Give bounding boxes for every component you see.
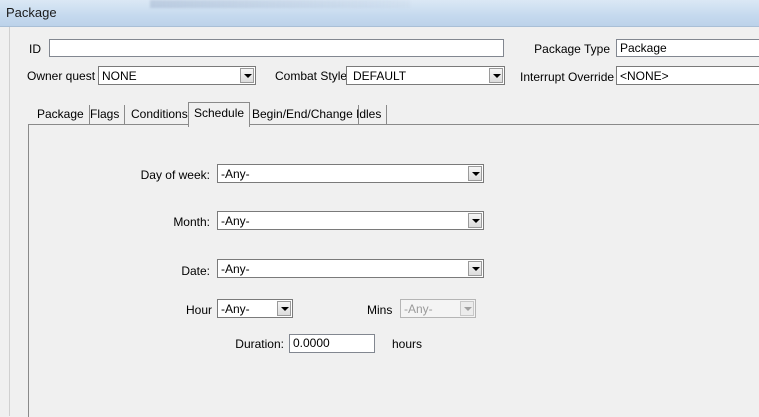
owner-quest-dropdown[interactable]: NONE bbox=[98, 66, 256, 85]
owner-quest-dropdown-button[interactable] bbox=[240, 68, 254, 83]
interrupt-override-dropdown[interactable]: <NONE> bbox=[616, 66, 759, 85]
day-of-week-label: Day of week: bbox=[140, 168, 210, 182]
hour-label: Hour bbox=[185, 303, 212, 317]
tab-flags[interactable]: Flags bbox=[85, 105, 126, 124]
combat-style-dropdown-button[interactable] bbox=[489, 68, 503, 83]
interrupt-override-value: <NONE> bbox=[620, 69, 669, 83]
title-bar: Package bbox=[0, 0, 759, 27]
day-of-week-dropdown-button[interactable] bbox=[468, 166, 482, 181]
window-title: Package bbox=[6, 5, 57, 20]
month-value: -Any- bbox=[221, 214, 250, 228]
chevron-down-icon bbox=[281, 307, 289, 311]
date-dropdown-button[interactable] bbox=[468, 261, 482, 276]
combat-style-dropdown[interactable]: DEFAULT bbox=[346, 66, 505, 85]
mins-dropdown-button[interactable] bbox=[460, 301, 474, 316]
id-field[interactable] bbox=[49, 39, 504, 57]
combat-style-label: Combat Style bbox=[275, 69, 348, 83]
chevron-down-icon bbox=[244, 74, 252, 78]
hour-dropdown-button[interactable] bbox=[277, 301, 291, 316]
duration-field[interactable]: 0.0000 bbox=[289, 334, 375, 353]
combat-style-value: DEFAULT bbox=[353, 69, 407, 83]
month-dropdown-button[interactable] bbox=[468, 213, 482, 228]
interrupt-override-label: Interrupt Override bbox=[520, 70, 615, 84]
chevron-down-icon bbox=[464, 307, 472, 311]
hour-dropdown[interactable]: -Any- bbox=[217, 299, 293, 318]
mins-value: -Any- bbox=[404, 302, 433, 316]
duration-label: Duration: bbox=[235, 337, 284, 351]
date-dropdown[interactable]: -Any- bbox=[217, 259, 484, 278]
day-of-week-value: -Any- bbox=[221, 167, 250, 181]
hour-value: -Any- bbox=[221, 302, 250, 316]
month-dropdown[interactable]: -Any- bbox=[217, 211, 484, 230]
package-type-field[interactable]: Package bbox=[616, 39, 759, 57]
owner-quest-label: Owner quest bbox=[27, 69, 96, 83]
date-label: Date: bbox=[181, 264, 210, 278]
date-value: -Any- bbox=[221, 262, 250, 276]
package-type-label: Package Type bbox=[534, 42, 610, 56]
day-of-week-dropdown[interactable]: -Any- bbox=[217, 164, 484, 183]
tab-conditions[interactable]: Conditions bbox=[126, 105, 194, 124]
id-label: ID bbox=[29, 42, 41, 56]
chevron-down-icon bbox=[472, 172, 480, 176]
tab-package[interactable]: Package bbox=[32, 105, 90, 124]
mins-label: Mins bbox=[367, 303, 393, 317]
title-bar-blur bbox=[150, 0, 410, 8]
chevron-down-icon bbox=[472, 219, 480, 223]
chevron-down-icon bbox=[472, 267, 480, 271]
package-dialog: ID Package Type Package Owner quest NONE… bbox=[9, 27, 759, 417]
tab-begin-end-change[interactable]: Begin/End/Change bbox=[247, 105, 359, 124]
chevron-down-icon bbox=[493, 74, 501, 78]
owner-quest-value: NONE bbox=[102, 69, 137, 83]
tab-idles[interactable]: Idles bbox=[351, 105, 388, 124]
mins-dropdown[interactable]: -Any- bbox=[400, 299, 476, 318]
tab-schedule[interactable]: Schedule bbox=[188, 102, 251, 127]
month-label: Month: bbox=[173, 215, 210, 229]
duration-unit-label: hours bbox=[392, 337, 423, 351]
